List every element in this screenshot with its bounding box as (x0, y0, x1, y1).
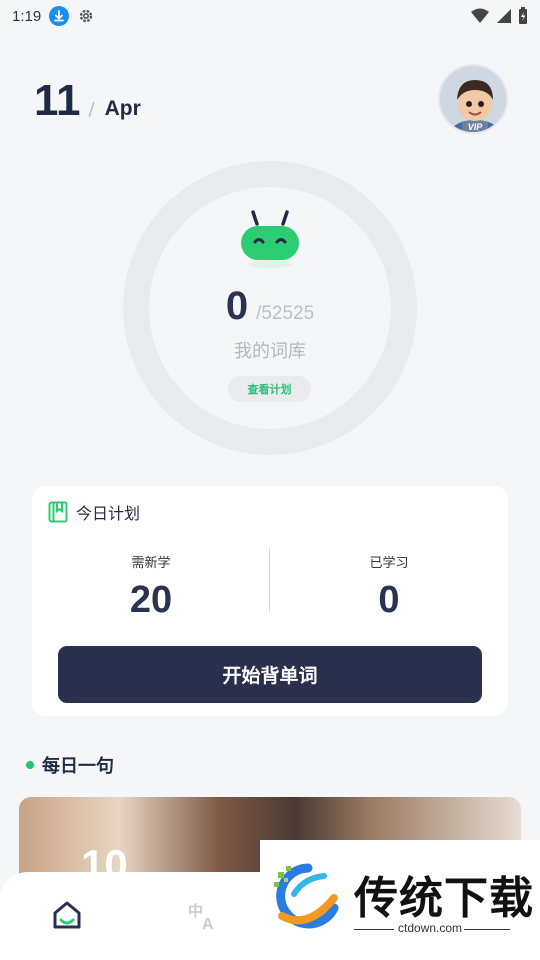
new-words-stat: 需新学 20 (32, 552, 270, 622)
download-icon (49, 6, 70, 26)
avatar[interactable]: VIP (438, 64, 508, 134)
date-separator: / (88, 99, 95, 120)
new-words-label: 需新学 (131, 556, 171, 571)
learned-words-value: 0 (378, 579, 400, 621)
date-month: Apr (104, 97, 141, 120)
learned-words-label: 已学习 (369, 556, 409, 571)
view-plan-button[interactable]: 查看计划 (228, 376, 311, 402)
plan-title: 今日计划 (76, 504, 141, 523)
word-progress: 0 /52525 (0, 284, 540, 329)
svg-text:中: 中 (188, 902, 203, 920)
watermark-brand: 传统下载 (354, 873, 534, 924)
status-icons (470, 7, 528, 25)
start-memorizing-button[interactable]: 开始背单词 (58, 646, 482, 703)
ctdown-logo-icon (268, 858, 346, 936)
daily-sentence-header: 每日一句 (26, 752, 114, 778)
word-bank-label: 我的词库 (234, 341, 306, 362)
today-plan-card: 今日计划 需新学 20 已学习 0 开始背单词 (32, 486, 508, 716)
date-display: 11 / Apr (34, 76, 141, 126)
wifi-icon (471, 8, 489, 23)
plan-header: 今日计划 (48, 500, 140, 524)
watermark-rule-left (354, 929, 394, 930)
battery-icon (519, 7, 527, 24)
status-bar: 1:19 (0, 0, 540, 32)
mascot-icon (237, 208, 303, 270)
daily-sentence-title: 每日一句 (42, 756, 114, 777)
date-day: 11 (34, 76, 81, 125)
new-words-value: 20 (129, 579, 173, 621)
svg-text:VIP: VIP (468, 122, 484, 132)
book-icon (48, 501, 68, 523)
total-count: /52525 (256, 303, 315, 324)
svg-text:A: A (202, 916, 214, 932)
bullet-dot (26, 761, 34, 769)
status-time: 1:19 (12, 7, 42, 25)
translate-tab-icon[interactable]: 中 A (186, 898, 220, 933)
signal-icon (497, 9, 511, 23)
watermark-url: ctdown.com (398, 921, 463, 935)
learned-words-stat: 已学习 0 (270, 552, 508, 622)
gear-icon (77, 7, 95, 25)
watermark-rule-right (464, 929, 510, 930)
home-tab-icon[interactable] (50, 898, 84, 932)
learned-count: 0 (225, 284, 249, 328)
